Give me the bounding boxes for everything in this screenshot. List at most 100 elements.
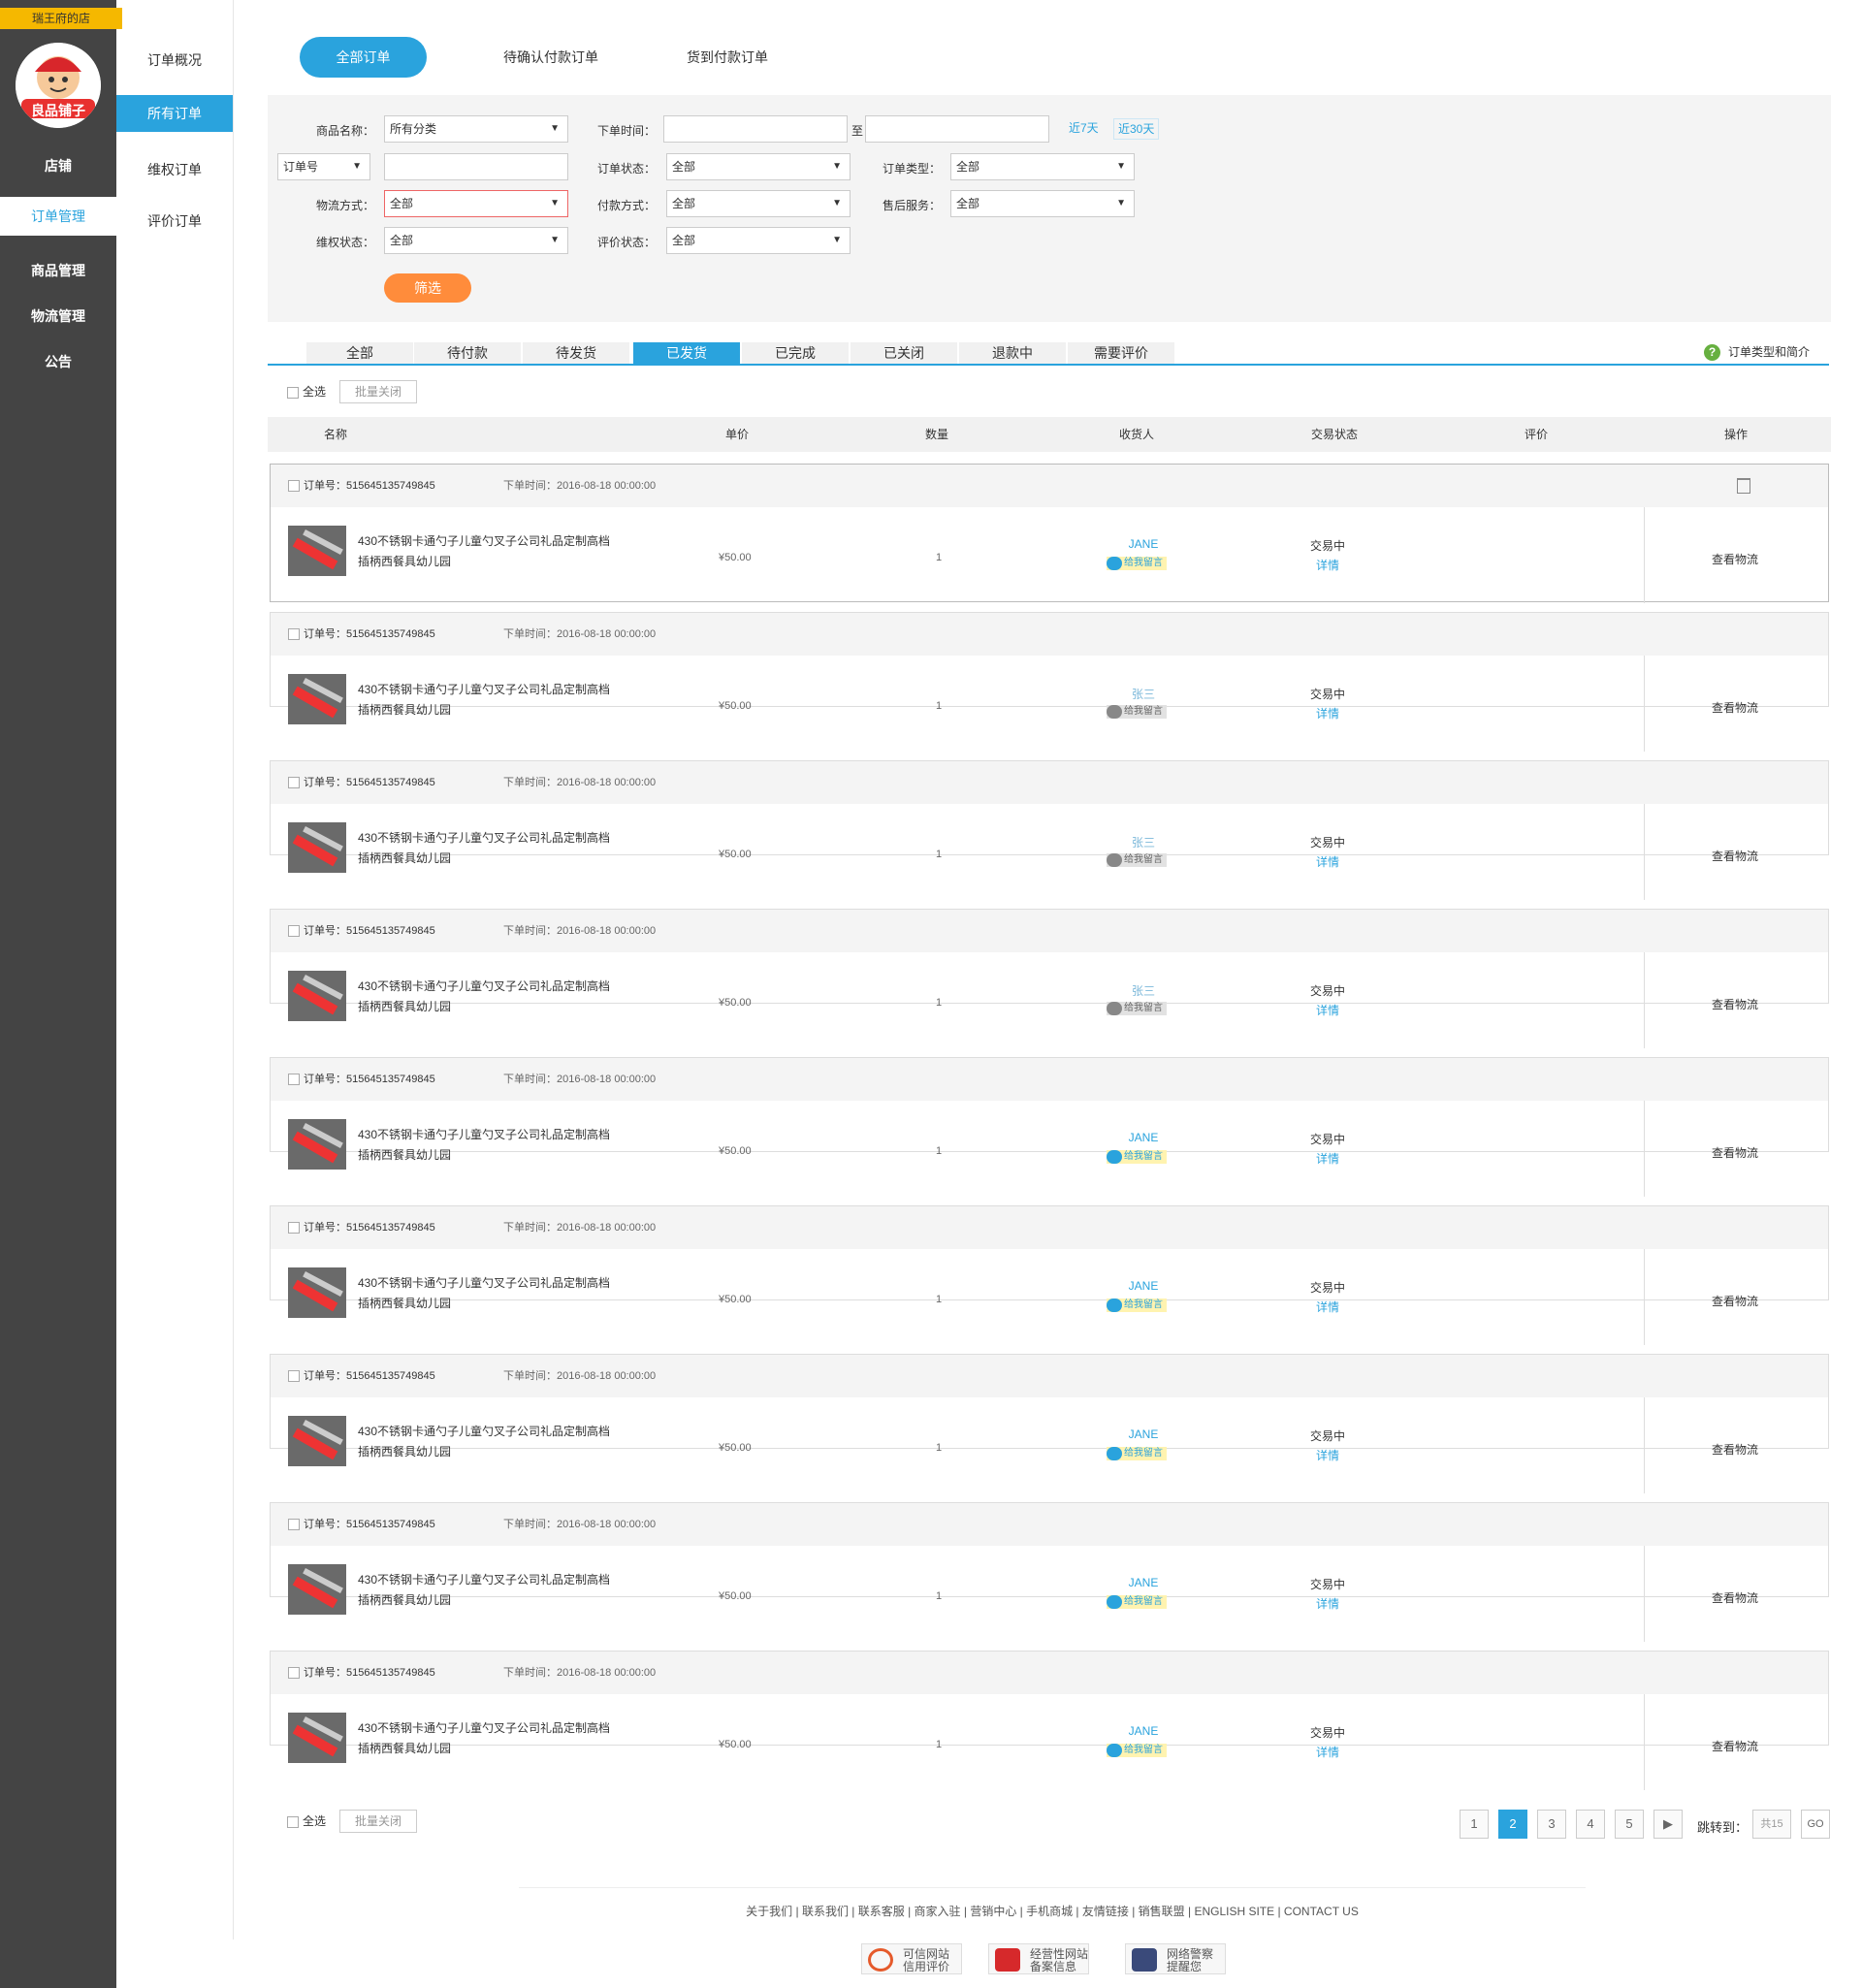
filter-button[interactable]: 筛选 [384, 273, 471, 303]
leave-message-button[interactable]: 给我留言 [1107, 1744, 1167, 1757]
receiver-name[interactable]: 张三 [1105, 982, 1182, 999]
order-detail-link[interactable]: 详情 [1299, 1298, 1357, 1317]
order-detail-link[interactable]: 详情 [1299, 1446, 1357, 1465]
status-tab-completed[interactable]: 已完成 [742, 342, 849, 364]
product-name[interactable]: 430不锈钢卡通勺子儿童勺叉子公司礼品定制高档 插柄西餐具幼儿园 [358, 828, 639, 869]
product-name[interactable]: 430不锈钢卡通勺子儿童勺叉子公司礼品定制高档 插柄西餐具幼儿园 [358, 1570, 639, 1611]
order-detail-link[interactable]: 详情 [1299, 1594, 1357, 1614]
product-thumbnail[interactable] [288, 1416, 346, 1474]
order-type-help-link[interactable]: ? 订单类型和简介 [1703, 343, 1810, 361]
footer-links[interactable]: 关于我们 | 联系我们 | 联系客服 | 商家入驻 | 营销中心 | 手机商城 … [519, 1903, 1586, 1919]
sidebar-item-notice[interactable]: 公告 [0, 342, 116, 381]
order-detail-link[interactable]: 详情 [1299, 1743, 1357, 1762]
order-detail-link[interactable]: 详情 [1299, 1149, 1357, 1169]
order-checkbox[interactable] [288, 1222, 300, 1234]
receiver-name[interactable]: JANE [1105, 537, 1182, 551]
product-thumbnail[interactable] [288, 526, 346, 584]
subnav-item-all-orders[interactable]: 所有订单 [116, 95, 233, 132]
view-logistics-link[interactable]: 查看物流 [1667, 1144, 1803, 1161]
view-logistics-link[interactable]: 查看物流 [1667, 1589, 1803, 1606]
leave-message-button[interactable]: 给我留言 [1107, 1447, 1167, 1460]
page-2-button[interactable]: 2 [1498, 1810, 1527, 1839]
order-status-select[interactable]: 全部 ▼ [666, 153, 851, 180]
page-1-button[interactable]: 1 [1460, 1810, 1489, 1839]
status-tab-shipped[interactable]: 已发货 [633, 342, 740, 364]
product-thumbnail[interactable] [288, 822, 346, 881]
tab-all-orders[interactable]: 全部订单 [300, 37, 427, 78]
product-name[interactable]: 430不锈钢卡通勺子儿童勺叉子公司礼品定制高档 插柄西餐具幼儿园 [358, 531, 639, 572]
status-tab-refunding[interactable]: 退款中 [959, 342, 1066, 364]
review-status-select[interactable]: 全部 ▼ [666, 227, 851, 254]
trash-icon[interactable] [1737, 478, 1750, 494]
view-logistics-link[interactable]: 查看物流 [1667, 699, 1803, 716]
status-tab-to-ship[interactable]: 待发货 [523, 342, 629, 364]
status-tab-closed[interactable]: 已关闭 [851, 342, 957, 364]
product-name[interactable]: 430不锈钢卡通勺子儿童勺叉子公司礼品定制高档 插柄西餐具幼儿园 [358, 977, 639, 1017]
page-3-button[interactable]: 3 [1537, 1810, 1566, 1839]
leave-message-button[interactable]: 给我留言 [1107, 1002, 1167, 1015]
product-thumbnail[interactable] [288, 674, 346, 732]
last-7-days-link[interactable]: 近7天 [1065, 118, 1103, 140]
credit-badge[interactable]: 可信网站 信用评价 [861, 1943, 962, 1974]
order-checkbox[interactable] [288, 1519, 300, 1531]
product-name[interactable]: 430不锈钢卡通勺子儿童勺叉子公司礼品定制高档 插柄西餐具幼儿园 [358, 680, 639, 721]
product-category-select[interactable]: 所有分类 ▼ [384, 115, 568, 143]
batch-close-button[interactable]: 批量关闭 [339, 380, 417, 403]
status-tab-need-review[interactable]: 需要评价 [1068, 342, 1174, 364]
order-checkbox[interactable] [288, 1370, 300, 1383]
next-page-icon[interactable]: ▶ [1653, 1810, 1683, 1839]
view-logistics-link[interactable]: 查看物流 [1667, 551, 1803, 567]
order-time-start-input[interactable] [663, 115, 848, 143]
order-checkbox[interactable] [288, 1074, 300, 1086]
batch-close-button[interactable]: 批量关闭 [339, 1810, 417, 1833]
order-checkbox[interactable] [288, 628, 300, 641]
status-tab-all[interactable]: 全部 [306, 342, 413, 364]
rights-status-select[interactable]: 全部 ▼ [384, 227, 568, 254]
order-detail-link[interactable]: 详情 [1299, 852, 1357, 872]
view-logistics-link[interactable]: 查看物流 [1667, 848, 1803, 864]
receiver-name[interactable]: 张三 [1105, 686, 1182, 702]
tab-pending-payment-orders[interactable]: 待确认付款订单 [485, 37, 617, 78]
receiver-name[interactable]: JANE [1105, 1279, 1182, 1293]
order-number-type-select[interactable]: 订单号 ▼ [277, 153, 370, 180]
subnav-item-rights-orders[interactable]: 维权订单 [116, 151, 233, 188]
product-name[interactable]: 430不锈钢卡通勺子儿童勺叉子公司礼品定制高档 插柄西餐具幼儿园 [358, 1718, 639, 1759]
product-thumbnail[interactable] [288, 1267, 346, 1326]
view-logistics-link[interactable]: 查看物流 [1667, 996, 1803, 1012]
receiver-name[interactable]: JANE [1105, 1131, 1182, 1144]
product-thumbnail[interactable] [288, 1713, 346, 1771]
order-checkbox[interactable] [288, 480, 300, 493]
leave-message-button[interactable]: 给我留言 [1107, 853, 1167, 867]
last-30-days-link[interactable]: 近30天 [1113, 118, 1160, 140]
status-tab-unpaid[interactable]: 待付款 [414, 342, 521, 364]
order-checkbox[interactable] [288, 1667, 300, 1680]
order-type-select[interactable]: 全部 ▼ [950, 153, 1135, 180]
icp-badge[interactable]: 经营性网站 备案信息 [988, 1943, 1089, 1974]
subnav-item-review-orders[interactable]: 评价订单 [116, 203, 233, 240]
receiver-name[interactable]: 张三 [1105, 834, 1182, 850]
sidebar-item-orders[interactable]: 订单管理 [0, 197, 116, 236]
order-number-input[interactable] [384, 153, 568, 180]
sidebar-item-logistics[interactable]: 物流管理 [0, 297, 116, 336]
tab-cod-orders[interactable]: 货到付款订单 [669, 37, 786, 78]
page-4-button[interactable]: 4 [1576, 1810, 1605, 1839]
leave-message-button[interactable]: 给我留言 [1107, 1595, 1167, 1609]
product-thumbnail[interactable] [288, 971, 346, 1029]
order-checkbox[interactable] [288, 925, 300, 938]
logistics-select[interactable]: 全部 ▼ [384, 190, 568, 217]
order-detail-link[interactable]: 详情 [1299, 1001, 1357, 1020]
order-detail-link[interactable]: 详情 [1299, 704, 1357, 723]
page-jump-input[interactable]: 共15 [1752, 1810, 1791, 1839]
receiver-name[interactable]: JANE [1105, 1576, 1182, 1589]
product-name[interactable]: 430不锈钢卡通勺子儿童勺叉子公司礼品定制高档 插柄西餐具幼儿园 [358, 1273, 639, 1314]
view-logistics-link[interactable]: 查看物流 [1667, 1293, 1803, 1309]
leave-message-button[interactable]: 给我留言 [1107, 1150, 1167, 1164]
sidebar-item-shop[interactable]: 店铺 [0, 146, 116, 185]
go-button[interactable]: GO [1801, 1810, 1830, 1839]
leave-message-button[interactable]: 给我留言 [1107, 705, 1167, 719]
order-checkbox[interactable] [288, 777, 300, 789]
product-name[interactable]: 430不锈钢卡通勺子儿童勺叉子公司礼品定制高档 插柄西餐具幼儿园 [358, 1125, 639, 1166]
view-logistics-link[interactable]: 查看物流 [1667, 1441, 1803, 1458]
product-thumbnail[interactable] [288, 1119, 346, 1177]
product-thumbnail[interactable] [288, 1564, 346, 1622]
